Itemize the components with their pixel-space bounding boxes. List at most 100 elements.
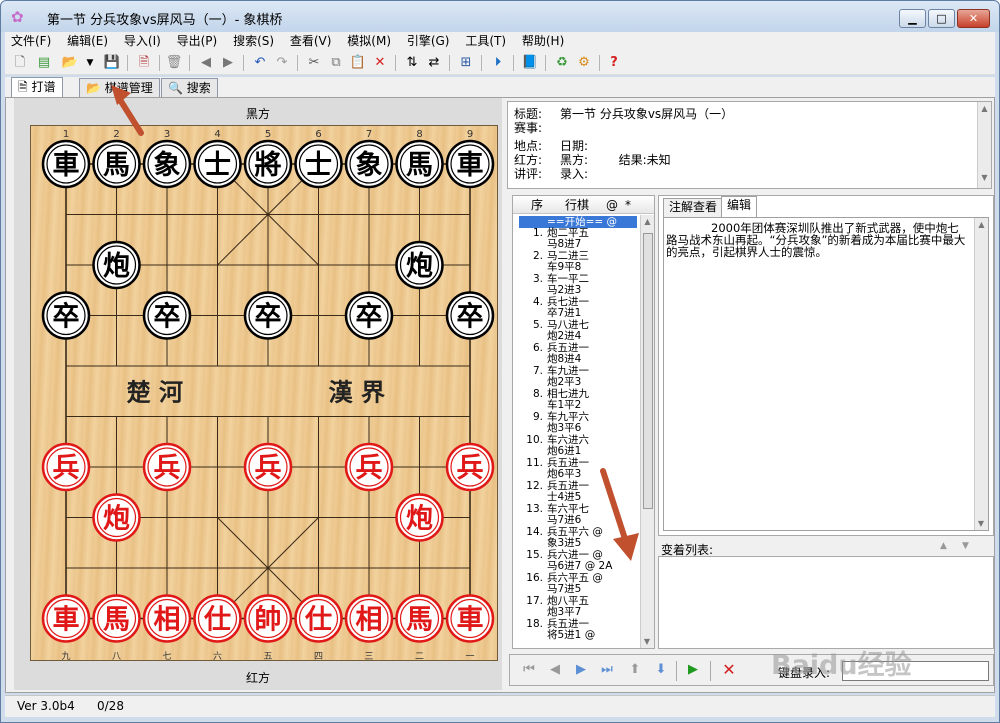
help-icon[interactable]: ?	[605, 54, 623, 72]
file-number-top: 3	[164, 129, 170, 140]
move-list-scrollbar[interactable]: ▲ ▼	[640, 215, 654, 648]
info-comment-row: 讲评: 录入:	[514, 167, 588, 181]
variations-list[interactable]	[658, 556, 994, 649]
move-row-black[interactable]: 车1平2	[517, 399, 635, 411]
chess-board[interactable]: 楚 河漢 界123456789九八七六五四三二一車馬象士將士象馬車炮炮卒卒卒卒卒…	[30, 125, 498, 662]
move-row-black[interactable]: 炮3平7	[517, 606, 635, 618]
red-piece-label: 仕	[304, 605, 332, 636]
black-side-label: 黑方	[245, 107, 270, 121]
tab-search-label: 搜索	[186, 81, 211, 95]
info-title-row: 标题: 第一节 分兵攻象vs屏风马（一）	[514, 107, 733, 121]
tab-notes-edit[interactable]: 编辑	[721, 196, 758, 217]
move-list-header: 序 行棋 @ *	[513, 196, 654, 214]
move-list-panel[interactable]: 序 行棋 @ * ==开始== @ 1. 炮二平五 马8进7 2. 马二进三 车9平8 3.…	[512, 195, 655, 649]
black-piece-label: 卒	[255, 301, 282, 333]
open-dropdown-icon[interactable]: ▼	[81, 54, 99, 72]
new-list-icon[interactable]: ▤	[35, 54, 53, 72]
move-black-text: 炮6平3	[547, 468, 582, 480]
watermark: Baidu经验	[771, 650, 912, 681]
move-row-black[interactable]: 炮2进4	[517, 330, 635, 342]
menu-export[interactable]: 导出(P)	[171, 32, 224, 51]
save-icon[interactable]: 💾	[103, 54, 121, 72]
delete-icon[interactable]: 🗑	[165, 54, 183, 72]
stop-icon[interactable]: ✕	[720, 661, 738, 679]
first-move-icon[interactable]: ⏮	[520, 661, 538, 679]
engine-icon[interactable]: ⚙	[575, 54, 593, 72]
flip-horizontal-icon[interactable]: ⇄	[425, 54, 443, 72]
notes-scrollbar[interactable]: ▲ ▼	[974, 218, 988, 530]
file-number-top: 7	[366, 129, 372, 140]
move-row-black[interactable]: 炮2平3	[517, 376, 635, 388]
move-row-black[interactable]: 卒7进1	[517, 307, 635, 319]
menu-edit[interactable]: 编辑(E)	[61, 32, 114, 51]
open-folder-icon[interactable]: 📂	[61, 54, 79, 72]
menu-view[interactable]: 查看(V)	[284, 32, 338, 51]
file-number-bottom: 二	[415, 652, 424, 662]
play-circle-icon[interactable]: ⏵	[489, 54, 507, 72]
recorder-label: 录入:	[560, 167, 589, 181]
move-row-black[interactable]: 车9平8	[517, 261, 635, 273]
col-move[interactable]: 行棋	[565, 196, 589, 214]
file-number-top: 9	[467, 129, 473, 140]
prev-move-icon[interactable]: ◀	[546, 661, 564, 679]
autoplay-icon[interactable]: ▶	[684, 661, 702, 679]
variation-next-icon[interactable]: ⬇	[652, 661, 670, 679]
close-button[interactable]: ✕	[957, 9, 990, 28]
place-label: 地点:	[514, 139, 543, 153]
variation-up-icon[interactable]: ▲	[940, 541, 947, 551]
undo-icon[interactable]: ↶	[251, 54, 269, 72]
move-row-black[interactable]: 马8进7	[517, 238, 635, 250]
variation-down-icon[interactable]: ▼	[962, 541, 969, 551]
minimize-button[interactable]: ▁	[899, 9, 926, 28]
move-row-black[interactable]: 炮6进1	[517, 445, 635, 457]
game-info-panel[interactable]: 标题: 第一节 分兵攻象vs屏风马（一） 赛事: 地点: 日期: 红方: 黑方: 结果…	[507, 101, 992, 189]
next-move-icon[interactable]: ▶	[572, 661, 590, 679]
back-icon[interactable]: ◀	[197, 54, 215, 72]
maximize-button[interactable]: □	[928, 9, 955, 28]
remove-icon[interactable]: ✕	[371, 54, 389, 72]
menu-help[interactable]: 帮助(H)	[516, 32, 570, 51]
tab-search[interactable]: 🔍 搜索	[161, 78, 218, 98]
refresh-icon[interactable]: ♻	[553, 54, 571, 72]
notes-editor[interactable]: 2000年团体赛深圳队推出了新式武器，使中炮七路马战术东山再起。“分兵攻象”的新…	[663, 217, 989, 531]
menu-import[interactable]: 导入(I)	[118, 32, 167, 51]
red-piece-label: 車	[53, 605, 80, 636]
menu-simulate[interactable]: 模拟(M)	[341, 32, 397, 51]
black-piece-label: 象	[154, 149, 181, 181]
toolbar-separator	[545, 55, 546, 71]
menu-file[interactable]: 文件(F)	[5, 32, 57, 51]
info-scrollbar[interactable]: ▲ ▼	[977, 102, 991, 188]
file-number-top: 8	[416, 129, 422, 140]
copy-icon[interactable]: ⧉	[327, 54, 345, 72]
variation-prev-icon[interactable]: ⬆	[626, 661, 644, 679]
move-row-black[interactable]: 炮3平6	[517, 422, 635, 434]
tab-play[interactable]: 🗎 打谱	[11, 77, 63, 98]
tab-notes-view[interactable]: 注解查看	[663, 198, 724, 217]
menu-tools[interactable]: 工具(T)	[459, 32, 512, 51]
cut-icon[interactable]: ✂	[305, 54, 323, 72]
move-row-black[interactable]: 马7进5	[517, 583, 635, 595]
move-row-black[interactable]: 将5进1 @	[517, 629, 635, 641]
menu-search[interactable]: 搜索(S)	[227, 32, 280, 51]
redo-icon[interactable]: ↷	[273, 54, 291, 72]
move-row-black[interactable]: 马2进3	[517, 284, 635, 296]
col-at[interactable]: @	[606, 196, 618, 214]
move-row-black[interactable]: 炮8进4	[517, 353, 635, 365]
title-bar[interactable]: ✿ 第一节 分兵攻象vs屏风马（一）- 象棋桥 ▁ □ ✕	[1, 1, 999, 32]
paste-icon[interactable]: 📋	[349, 54, 367, 72]
flip-vertical-icon[interactable]: ⇅	[403, 54, 421, 72]
new-file-icon[interactable]: 🗋	[11, 54, 29, 72]
toolbar-separator	[395, 55, 396, 71]
menu-engine[interactable]: 引擎(G)	[401, 32, 456, 51]
properties-icon[interactable]: 🗎	[135, 54, 153, 72]
result-value: 未知	[646, 153, 671, 167]
toolbar-separator	[127, 55, 128, 71]
forward-icon[interactable]: ▶	[219, 54, 237, 72]
book-icon[interactable]: 📘	[521, 54, 539, 72]
board-grid-icon[interactable]: ⊞	[457, 54, 475, 72]
col-seq[interactable]: 序	[531, 196, 543, 214]
col-star[interactable]: *	[625, 196, 631, 214]
last-move-icon[interactable]: ⏭	[598, 661, 616, 679]
toolbar-separator	[449, 55, 450, 71]
commentator-label: 讲评:	[514, 167, 543, 181]
